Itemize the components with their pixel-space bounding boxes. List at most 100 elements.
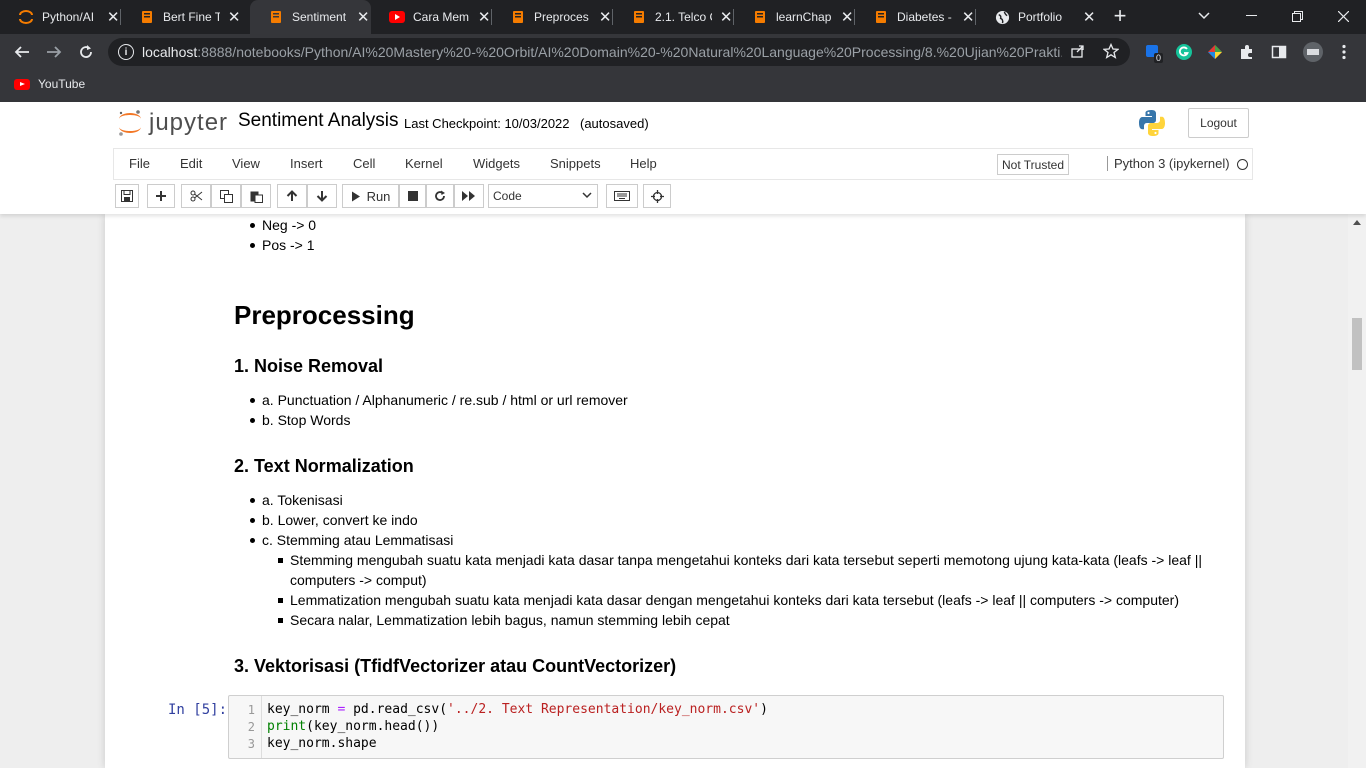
move-down-button[interactable]	[307, 184, 337, 208]
menu-kernel[interactable]: Kernel	[405, 156, 443, 171]
extension-icon[interactable]: 0	[1144, 43, 1164, 63]
restart-icon	[435, 190, 445, 201]
minimize-button[interactable]	[1228, 0, 1274, 32]
tab-sentiment[interactable]: Sentiment ✕	[250, 0, 371, 34]
code-token: =	[329, 702, 354, 717]
scissors-icon	[190, 190, 202, 202]
python-logo-icon	[1137, 108, 1167, 138]
menu-snippets[interactable]: Snippets	[550, 156, 601, 171]
code-token: key_norm.shape	[267, 736, 377, 751]
color-extension-icon[interactable]	[1206, 43, 1224, 61]
tab-cara-mem[interactable]: Cara Mem ✕	[371, 0, 492, 34]
code-cell-editor[interactable]: 1 2 3 key_norm = pd.read_csv('../2. Text…	[228, 695, 1224, 759]
tab-preprocess[interactable]: Preproces ✕	[492, 0, 613, 34]
tab-diabetes[interactable]: Diabetes - ✕	[855, 0, 976, 34]
save-button[interactable]	[115, 184, 139, 208]
new-tab-button[interactable]: +	[1108, 5, 1132, 29]
tab-search-button[interactable]	[1181, 0, 1227, 32]
close-tab-icon[interactable]: ✕	[597, 9, 613, 26]
scroll-up-icon[interactable]	[1353, 220, 1361, 225]
bullet	[250, 538, 255, 543]
sub-list-item: Secara nalar, Lemmatization lebih bagus,…	[290, 612, 730, 628]
forward-button[interactable]	[42, 40, 66, 64]
close-tab-icon[interactable]: ✕	[226, 9, 242, 26]
tab-portfolio[interactable]: Portfolio ✕	[976, 0, 1097, 34]
insert-cell-button[interactable]	[147, 184, 175, 208]
extension-badge: 0	[1154, 53, 1164, 63]
code-token: )	[760, 702, 768, 717]
tab-label: Sentiment	[292, 10, 347, 24]
close-tab-icon[interactable]: ✕	[355, 9, 371, 26]
cell-type-select[interactable]: Code	[488, 184, 598, 208]
notebook-icon	[873, 9, 889, 25]
run-button[interactable]: Run	[342, 184, 399, 208]
tab-python-ai[interactable]: Python/AI ✕	[0, 0, 121, 34]
crosshair-icon	[650, 189, 664, 203]
menu-view[interactable]: View	[232, 156, 260, 171]
fast-forward-icon	[462, 191, 475, 201]
kernel-status-icon	[1237, 159, 1248, 170]
url-text: localhost:8888/notebooks/Python/AI%20Mas…	[142, 44, 1062, 60]
logout-button[interactable]: Logout	[1188, 108, 1249, 138]
tab-bert-fine[interactable]: Bert Fine T ✕	[121, 0, 242, 34]
notebook-icon	[752, 9, 768, 25]
notebook-icon	[510, 9, 526, 25]
bookmark-star-icon[interactable]	[1102, 42, 1120, 64]
share-icon[interactable]	[1070, 43, 1086, 64]
tab-label: Bert Fine T	[163, 10, 221, 24]
grammarly-icon[interactable]	[1175, 43, 1193, 61]
back-button[interactable]	[10, 40, 34, 64]
move-up-button[interactable]	[277, 184, 307, 208]
bullet	[250, 498, 255, 503]
profile-avatar[interactable]	[1302, 42, 1324, 62]
tab-label: Portfolio	[1018, 10, 1063, 24]
paste-button[interactable]	[241, 184, 271, 208]
site-info-icon[interactable]: i	[118, 44, 134, 60]
gather-button[interactable]	[643, 184, 671, 208]
menu-cell[interactable]: Cell	[353, 156, 375, 171]
vertical-scrollbar[interactable]	[1348, 214, 1366, 768]
close-tab-icon[interactable]: ✕	[476, 9, 492, 26]
extensions-puzzle-icon[interactable]	[1238, 43, 1256, 61]
close-tab-icon[interactable]: ✕	[1081, 9, 1097, 26]
interrupt-button[interactable]	[399, 184, 426, 208]
close-window-button[interactable]	[1320, 0, 1366, 32]
close-tab-icon[interactable]: ✕	[105, 9, 121, 26]
sub-list-item: Lemmatization mengubah suatu kata menjad…	[290, 592, 1179, 608]
menu-file[interactable]: File	[129, 156, 150, 171]
bullet	[250, 398, 255, 403]
cut-button[interactable]	[181, 184, 211, 208]
notebook-title[interactable]: Sentiment Analysis	[238, 110, 399, 132]
bookmark-youtube[interactable]: YouTube	[14, 77, 85, 91]
close-tab-icon[interactable]: ✕	[960, 9, 976, 26]
notebook-toolbar: Run Code	[0, 184, 1366, 212]
gutter-divider	[261, 696, 262, 758]
trust-indicator[interactable]: Not Trusted	[997, 154, 1070, 175]
scroll-thumb[interactable]	[1352, 318, 1362, 370]
jupyter-logo[interactable]: jupyter	[117, 108, 228, 138]
tab-telco[interactable]: 2.1. Telco C ✕	[613, 0, 734, 34]
heading-preprocessing: Preprocessing	[234, 300, 415, 330]
side-panel-icon[interactable]	[1270, 43, 1288, 61]
restart-run-all-button[interactable]	[454, 184, 484, 208]
restart-button[interactable]	[426, 184, 454, 208]
square-bullet	[278, 558, 283, 563]
menu-edit[interactable]: Edit	[180, 156, 202, 171]
close-tab-icon[interactable]: ✕	[839, 9, 855, 26]
notebook-icon	[139, 9, 155, 25]
copy-button[interactable]	[211, 184, 241, 208]
address-bar[interactable]: i localhost:8888/notebooks/Python/AI%20M…	[108, 38, 1130, 66]
menu-widgets[interactable]: Widgets	[473, 156, 520, 171]
browser-menu-icon[interactable]	[1335, 43, 1353, 61]
restore-button[interactable]	[1274, 0, 1320, 32]
menu-help[interactable]: Help	[630, 156, 657, 171]
command-palette-button[interactable]	[606, 184, 638, 208]
arrow-down-icon	[316, 191, 328, 202]
close-tab-icon[interactable]: ✕	[718, 9, 734, 26]
list-item: a. Tokenisasi	[262, 492, 343, 508]
code-token: '../2. Text Representation/key_norm.csv'	[447, 702, 761, 717]
menu-insert[interactable]: Insert	[290, 156, 323, 171]
kernel-name: Python 3 (ipykernel)	[1107, 156, 1230, 171]
tab-learnchap[interactable]: learnChap ✕	[734, 0, 855, 34]
reload-button[interactable]	[74, 40, 98, 64]
